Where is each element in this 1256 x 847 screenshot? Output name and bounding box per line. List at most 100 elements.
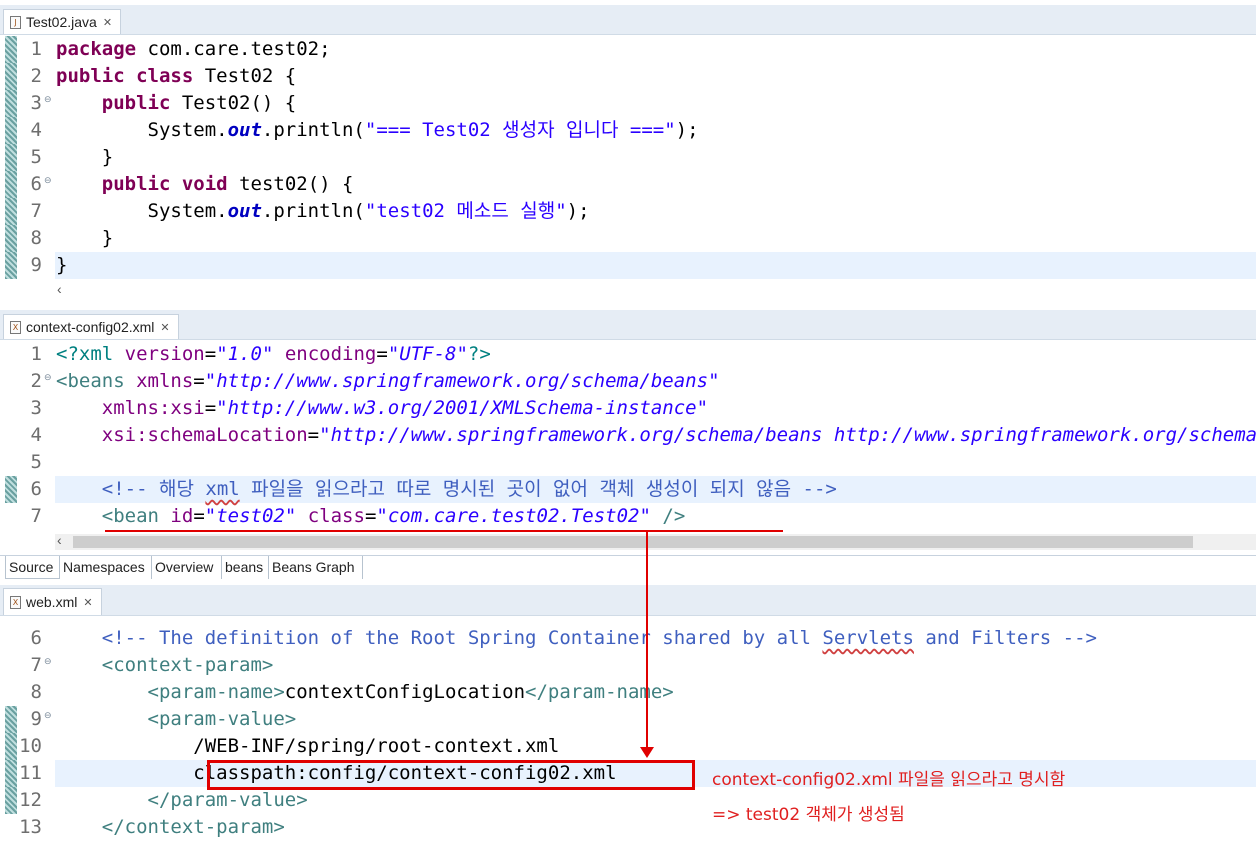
- code-line[interactable]: 5: [0, 449, 1256, 476]
- line-number: 6: [30, 478, 42, 500]
- scrollbar-thumb[interactable]: [73, 536, 1193, 548]
- code-text[interactable]: }: [56, 225, 113, 252]
- line-number: 10: [19, 735, 42, 757]
- code-text[interactable]: System.out.println("=== Test02 생성자 입니다 =…: [56, 117, 699, 144]
- line-number: 2: [30, 370, 42, 392]
- code-line[interactable]: 6 ⊖ public void test02() {: [0, 171, 1256, 198]
- code-token: out: [227, 200, 262, 222]
- current-line-highlight: [55, 252, 1256, 279]
- code-line[interactable]: 13 </context-param>: [0, 814, 1256, 841]
- page-tab-beans[interactable]: beans: [222, 556, 269, 579]
- code-text[interactable]: </param-value>: [56, 787, 308, 814]
- line-number: 7: [30, 200, 42, 222]
- code-text[interactable]: xmlns:xsi="http://www.w3.org/2001/XMLSch…: [56, 395, 708, 422]
- xml-file-icon: X: [10, 595, 21, 609]
- tab-label: web.xml: [26, 594, 78, 610]
- code-line[interactable]: 1 <?xml version="1.0" encoding="UTF-8"?>: [0, 341, 1256, 368]
- line-number: 12: [19, 789, 42, 811]
- fold-collapse-icon[interactable]: ⊖: [44, 95, 52, 105]
- close-icon[interactable]: ✕: [160, 321, 169, 334]
- code-line[interactable]: 6 <!-- 해당 xml 파일을 읽으라고 따로 명시된 곳이 없어 객체 생…: [0, 476, 1256, 503]
- code-token: <!-- The definition of the Root Spring C…: [101, 627, 823, 649]
- code-line[interactable]: 5 }: [0, 144, 1256, 171]
- page-tab-source[interactable]: Source: [5, 556, 60, 579]
- code-line[interactable]: 7 <bean id="test02" class="com.care.test…: [0, 503, 1256, 530]
- code-line[interactable]: 7 ⊖ <context-param>: [0, 652, 1256, 679]
- code-line[interactable]: 2 public class Test02 {: [0, 63, 1256, 90]
- code-text[interactable]: <!-- The definition of the Root Spring C…: [56, 625, 1097, 652]
- close-icon[interactable]: ✕: [103, 16, 112, 29]
- code-text[interactable]: <?xml version="1.0" encoding="UTF-8"?>: [56, 341, 491, 368]
- fold-collapse-icon[interactable]: ⊖: [44, 176, 52, 186]
- fold-collapse-icon[interactable]: ⊖: [44, 711, 52, 721]
- code-line[interactable]: 12 </param-value>: [0, 787, 1256, 814]
- code-token: Test02 {: [193, 65, 297, 87]
- code-text[interactable]: </context-param>: [56, 814, 285, 841]
- tab-label: Test02.java: [26, 14, 97, 30]
- code-token: xsi:schemaLocation: [101, 424, 308, 446]
- context-config-code-editor[interactable]: 1 <?xml version="1.0" encoding="UTF-8"?> 2…: [0, 341, 1256, 533]
- scroll-left-icon[interactable]: ‹: [57, 532, 62, 548]
- tab-label: context-config02.xml: [26, 319, 155, 335]
- code-token: xml: [205, 478, 240, 500]
- page-tab-namespaces[interactable]: Namespaces: [60, 556, 152, 579]
- code-token: 파일을 읽으라고 따로 명시된 곳이 없어 객체 생성이 되지 않음 -->: [239, 478, 837, 500]
- code-line[interactable]: 8 <param-name>contextConfigLocation</par…: [0, 679, 1256, 706]
- page-tab-beans-graph[interactable]: Beans Graph: [269, 556, 363, 579]
- code-text[interactable]: public class Test02 {: [56, 63, 296, 90]
- code-line[interactable]: 10 /WEB-INF/spring/root-context.xml: [0, 733, 1256, 760]
- java-horizontal-scrollbar[interactable]: ‹: [55, 281, 1256, 299]
- code-token: <?xml: [56, 343, 114, 365]
- bean-underline-annotation: [105, 530, 783, 532]
- java-code-editor[interactable]: 1 package com.care.test02; 2 public class T…: [0, 36, 1256, 282]
- code-line[interactable]: 9 ⊖ <param-value>: [0, 706, 1256, 733]
- code-line[interactable]: 8 }: [0, 225, 1256, 252]
- code-text[interactable]: <bean id="test02" class="com.care.test02…: [56, 503, 686, 530]
- code-text[interactable]: xsi:schemaLocation="http://www.springfra…: [56, 422, 1256, 449]
- code-text[interactable]: }: [56, 252, 67, 279]
- line-number: 5: [30, 146, 42, 168]
- code-text[interactable]: public void test02() {: [56, 171, 354, 198]
- code-text[interactable]: public Test02() {: [56, 90, 296, 117]
- close-icon[interactable]: ✕: [83, 596, 92, 609]
- tab-context-config02-xml[interactable]: X context-config02.xml ✕: [3, 314, 179, 339]
- fold-collapse-icon[interactable]: ⊖: [44, 657, 52, 667]
- code-line[interactable]: 4 System.out.println("=== Test02 생성자 입니다…: [0, 117, 1256, 144]
- line-number: 8: [30, 681, 42, 703]
- code-token: =: [193, 505, 205, 527]
- code-line[interactable]: 7 System.out.println("test02 메소드 실행");: [0, 198, 1256, 225]
- page-tab-overview[interactable]: Overview: [152, 556, 222, 579]
- code-line[interactable]: 2 ⊖ <beans xmlns="http://www.springframewo…: [0, 368, 1256, 395]
- line-number: 6: [30, 627, 42, 649]
- code-line[interactable]: 4 xsi:schemaLocation="http://www.springf…: [0, 422, 1256, 449]
- code-line[interactable]: 1 package com.care.test02;: [0, 36, 1256, 63]
- code-token: version: [124, 343, 205, 365]
- code-line[interactable]: 6 <!-- The definition of the Root Spring…: [0, 625, 1256, 652]
- code-text[interactable]: <beans xmlns="http://www.springframework…: [56, 368, 720, 395]
- web-xml-code-editor[interactable]: 6 <!-- The definition of the Root Spring…: [0, 625, 1256, 847]
- context-config-horizontal-scrollbar[interactable]: ‹: [55, 532, 1256, 550]
- code-token: ?>: [467, 343, 491, 365]
- tab-test02-java[interactable]: J Test02.java ✕: [3, 9, 122, 34]
- code-line[interactable]: 3 xmlns:xsi="http://www.w3.org/2001/XMLS…: [0, 395, 1256, 422]
- code-text[interactable]: }: [56, 144, 113, 171]
- code-text[interactable]: <context-param>: [56, 652, 274, 679]
- code-line[interactable]: 3 ⊖ public Test02() {: [0, 90, 1256, 117]
- scroll-left-icon[interactable]: ‹: [57, 281, 62, 297]
- code-line[interactable]: 9}: [0, 252, 1256, 279]
- code-text[interactable]: System.out.println("test02 메소드 실행");: [56, 198, 590, 225]
- code-text[interactable]: <param-value>: [56, 706, 297, 733]
- code-text[interactable]: package com.care.test02;: [56, 36, 331, 63]
- code-text[interactable]: /WEB-INF/spring/root-context.xml: [56, 733, 559, 760]
- fold-collapse-icon[interactable]: ⊖: [44, 373, 52, 383]
- line-number: 7: [30, 505, 42, 527]
- tab-web-xml[interactable]: X web.xml ✕: [3, 588, 102, 615]
- code-text[interactable]: <param-name>contextConfigLocation</param…: [56, 679, 674, 706]
- code-text[interactable]: <!-- 해당 xml 파일을 읽으라고 따로 명시된 곳이 없어 객체 생성이…: [56, 476, 837, 503]
